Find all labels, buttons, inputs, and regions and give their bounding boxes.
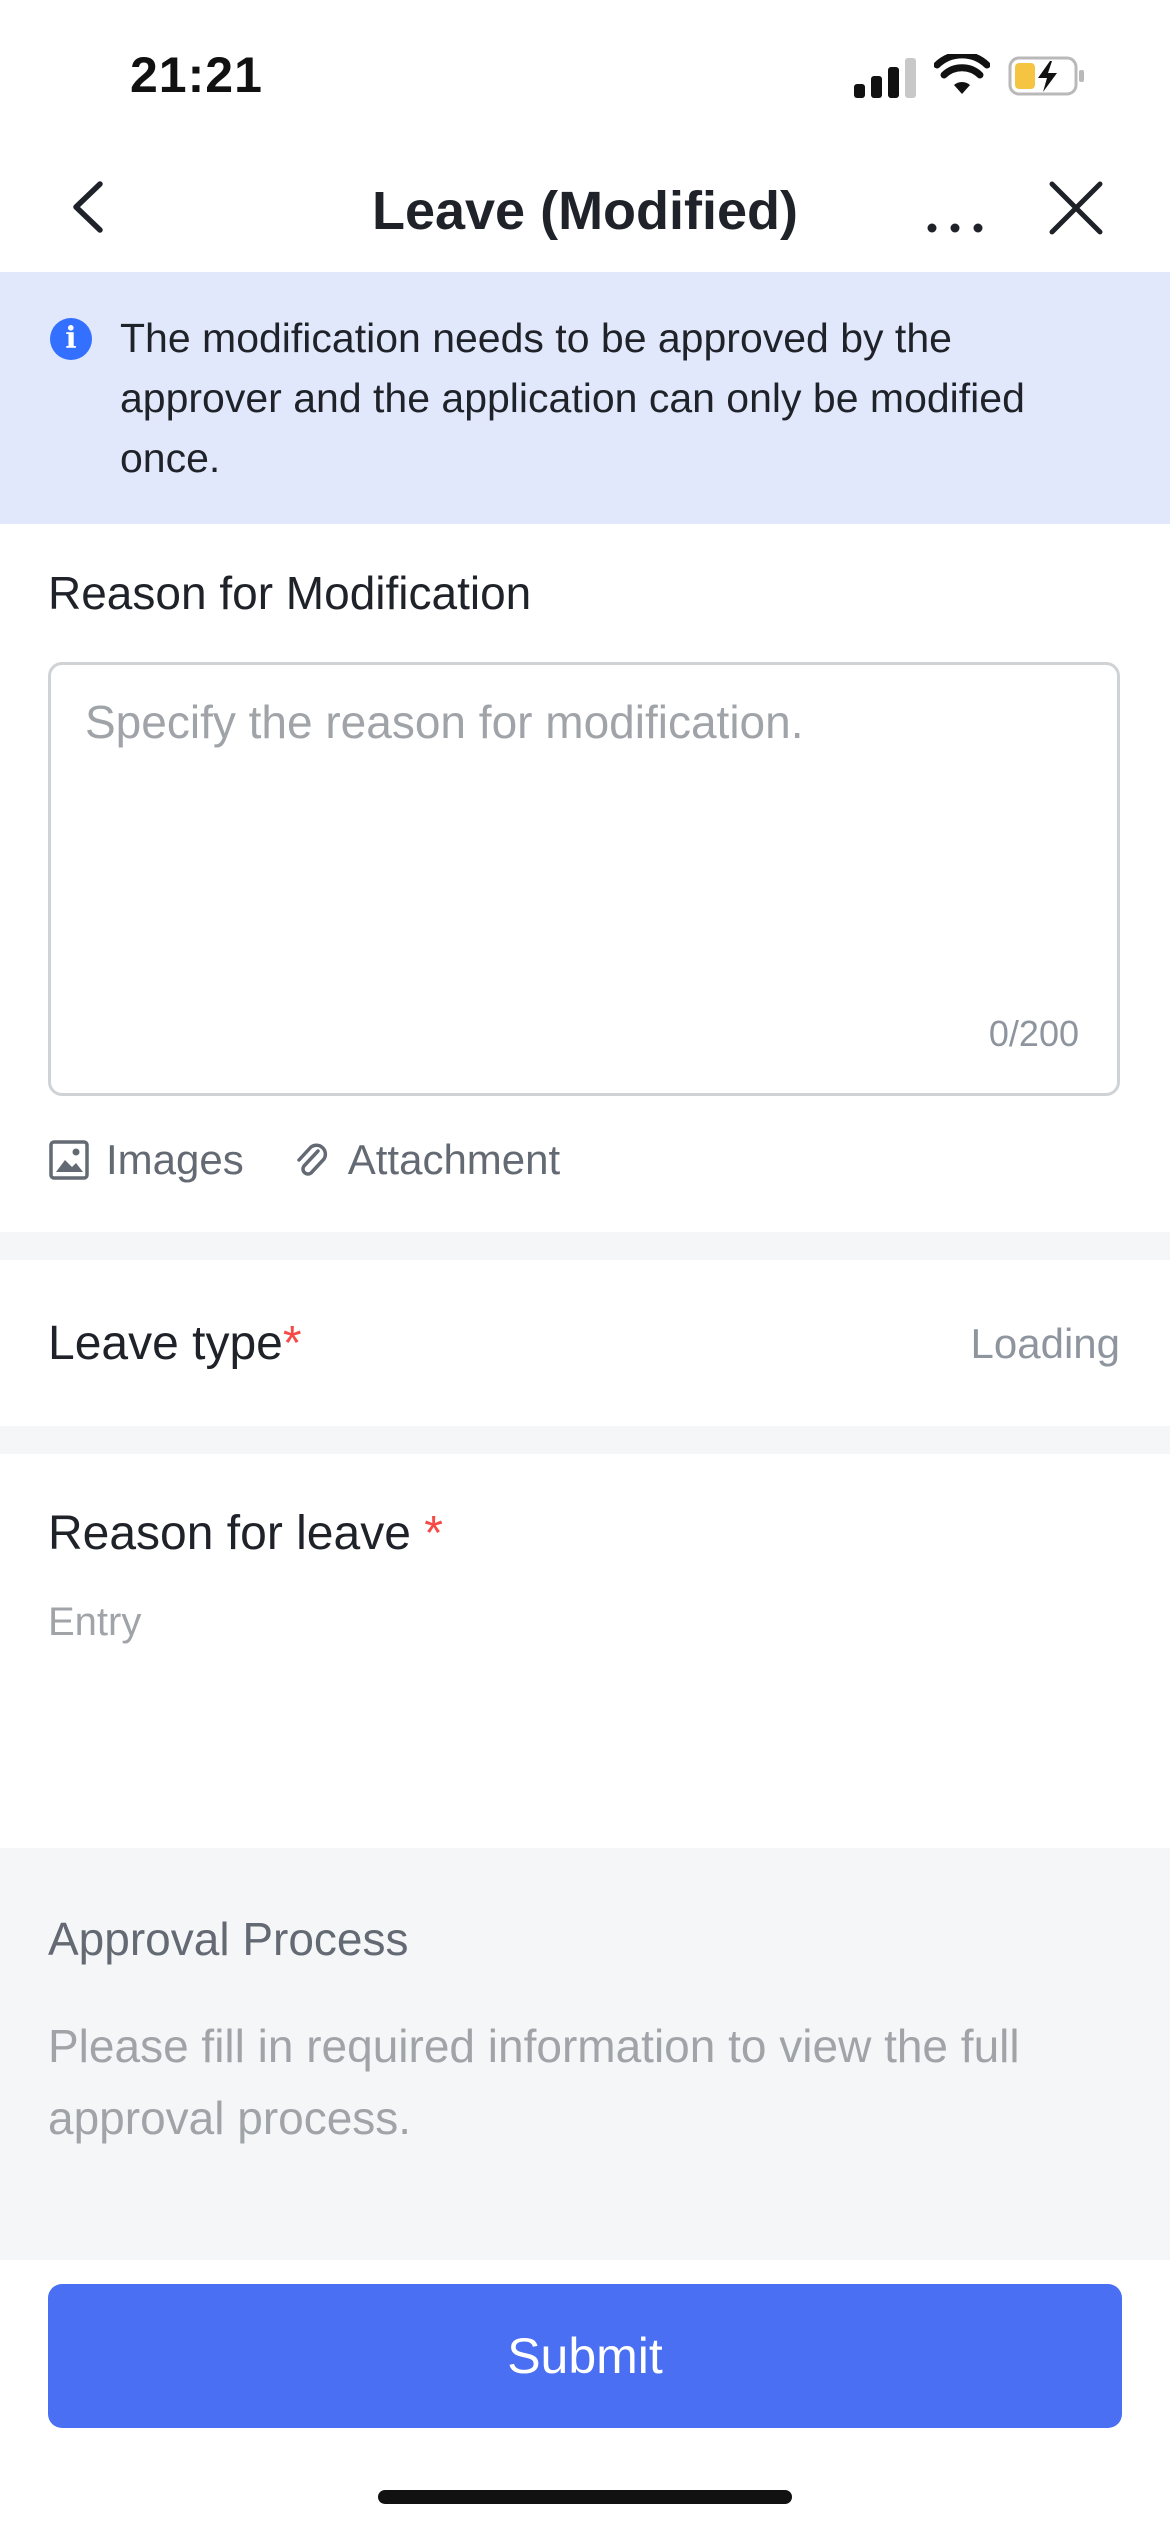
- paperclip-icon: [296, 1143, 327, 1176]
- leave-type-label: Leave type*: [48, 1316, 302, 1371]
- home-indicator[interactable]: [378, 2490, 792, 2504]
- submit-button[interactable]: Submit: [48, 2284, 1122, 2428]
- more-icon[interactable]: [920, 172, 990, 242]
- leave-type-text: Leave type: [48, 1317, 283, 1370]
- add-images-button[interactable]: Images: [48, 1136, 244, 1184]
- image-icon: [49, 1140, 89, 1180]
- modification-reason-label: Reason for Modification: [48, 567, 532, 619]
- close-icon[interactable]: [1046, 178, 1106, 238]
- required-mark: *: [282, 1317, 302, 1370]
- required-mark: *: [424, 1507, 443, 1560]
- attachment-row: Images Attachment: [48, 1130, 606, 1190]
- approval-process-section: Approval Process Please fill in required…: [0, 1848, 1170, 2260]
- bottom-bar: Submit: [0, 2260, 1170, 2532]
- reason-for-leave-input[interactable]: [48, 1600, 1118, 1645]
- reason-for-leave-label: Reason for leave *: [48, 1506, 443, 1561]
- info-icon: i: [50, 318, 92, 360]
- modification-reason-input[interactable]: [85, 695, 1085, 995]
- modification-reason-box[interactable]: 0/200: [48, 662, 1120, 1096]
- leave-type-select[interactable]: Loading: [971, 1320, 1120, 1368]
- notice-text: The modification needs to be approved by…: [120, 315, 1025, 481]
- images-label: Images: [106, 1136, 244, 1183]
- nav-bar: Leave (Modified): [0, 150, 1170, 272]
- status-time: 21:21: [130, 47, 263, 103]
- wifi-icon: [934, 54, 990, 94]
- battery-charging-icon: [1008, 56, 1084, 96]
- cellular-signal-icon: [854, 58, 916, 98]
- status-bar: 21:21: [0, 0, 1170, 150]
- section-divider: [0, 1232, 1170, 1260]
- approval-process-hint: Please fill in required information to v…: [48, 2020, 1020, 2144]
- page-title: Leave (Modified): [371, 181, 799, 241]
- add-attachment-button[interactable]: Attachment: [290, 1136, 560, 1184]
- approval-process-title: Approval Process: [48, 1913, 409, 1965]
- attachment-label: Attachment: [347, 1136, 561, 1183]
- character-counter: 0/200: [988, 1013, 1079, 1054]
- reason-for-leave-text: Reason for leave: [48, 1507, 425, 1560]
- section-divider: [0, 1426, 1170, 1454]
- notice-banner: i The modification needs to be approved …: [0, 272, 1170, 524]
